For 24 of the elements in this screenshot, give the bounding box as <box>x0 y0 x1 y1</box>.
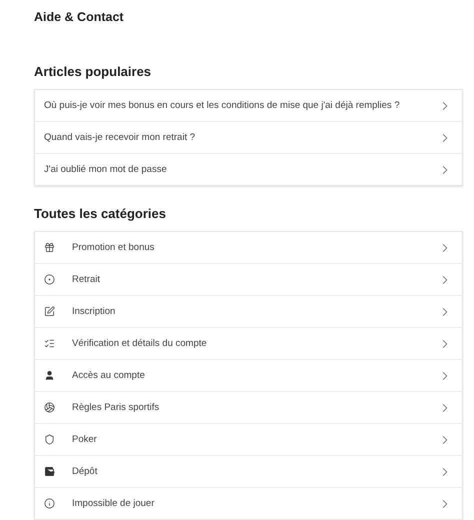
ball-icon <box>44 402 55 413</box>
article-link[interactable]: J'ai oublié mon mot de passe <box>35 153 462 185</box>
page-title: Aide & Contact <box>34 10 125 24</box>
shield-icon <box>44 434 55 445</box>
article-link[interactable]: Où puis-je voir mes bonus en cours et les conditions de mise que j'ai déjà remplies ? <box>35 90 462 121</box>
wallet-icon <box>44 466 55 477</box>
category-link[interactable]: Poker <box>35 423 462 455</box>
article-link[interactable]: Quand vais-je recevoir mon retrait ? <box>35 121 462 153</box>
info-icon <box>44 498 55 509</box>
section-heading: Toutes les catégories <box>34 206 167 221</box>
edit-icon <box>44 306 55 317</box>
list-icon <box>44 338 55 349</box>
category-link[interactable]: Promotion et bonus <box>35 232 462 263</box>
category-link[interactable]: Accès au compte <box>35 359 462 391</box>
category-link[interactable]: Inscription <box>35 295 462 327</box>
gift-icon <box>44 242 55 253</box>
section-heading: Articles populaires <box>34 64 152 79</box>
category-link[interactable]: Vérification et détails du compte <box>35 327 462 359</box>
category-link[interactable]: Impossible de jouer <box>35 487 462 519</box>
category-link[interactable]: Règles Paris sportifs <box>35 391 462 423</box>
radio-button-icon <box>44 274 55 285</box>
category-link[interactable]: Retrait <box>35 263 462 295</box>
person-icon <box>44 370 55 381</box>
category-link[interactable]: Dépôt <box>35 455 462 487</box>
